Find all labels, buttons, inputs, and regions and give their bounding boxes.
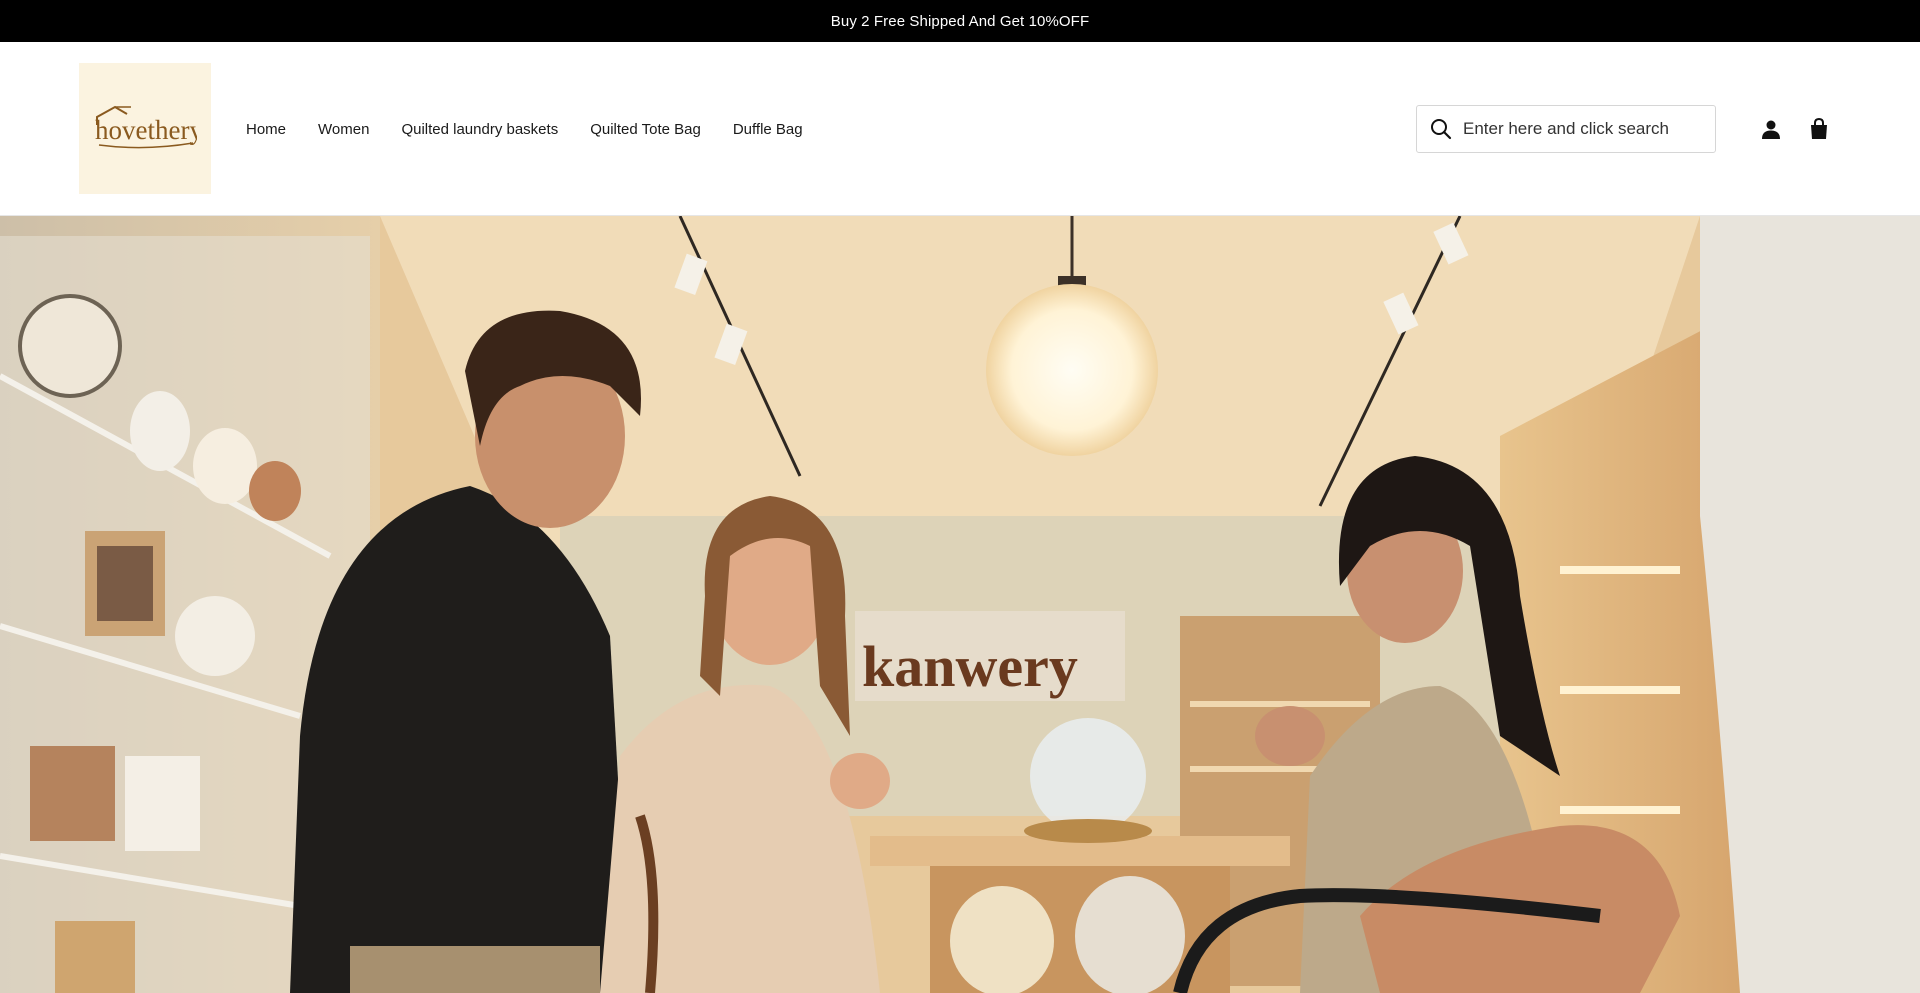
shopping-bag-icon[interactable] [1807, 117, 1831, 141]
user-icon[interactable] [1759, 117, 1783, 141]
hero-banner[interactable]: kanwery [0, 216, 1920, 993]
announcement-bar: Buy 2 Free Shipped And Get 10%OFF [0, 0, 1920, 42]
nav-item-home[interactable]: Home [246, 121, 286, 138]
nav-item-quilted-laundry-baskets[interactable]: Quilted laundry baskets [401, 121, 558, 138]
nav-item-quilted-tote-bag[interactable]: Quilted Tote Bag [590, 121, 701, 138]
nav-item-duffle-bag[interactable]: Duffle Bag [733, 121, 803, 138]
hero-photo: kanwery [0, 216, 1920, 993]
logo[interactable]: hovethery [79, 63, 211, 194]
logo-text: hovethery [95, 115, 197, 145]
store-sign-text: kanwery [862, 634, 1078, 699]
search-box [1416, 105, 1716, 153]
main-navigation: Home Women Quilted laundry baskets Quilt… [246, 42, 835, 216]
announcement-text: Buy 2 Free Shipped And Get 10%OFF [830, 12, 1090, 30]
search-icon[interactable] [1429, 117, 1453, 141]
site-header: hovethery Home Women Quilted laundry bas… [0, 42, 1920, 216]
nav-item-women[interactable]: Women [318, 121, 369, 138]
house-roof-icon: hovethery [95, 105, 197, 148]
search-input[interactable] [1463, 119, 1703, 139]
